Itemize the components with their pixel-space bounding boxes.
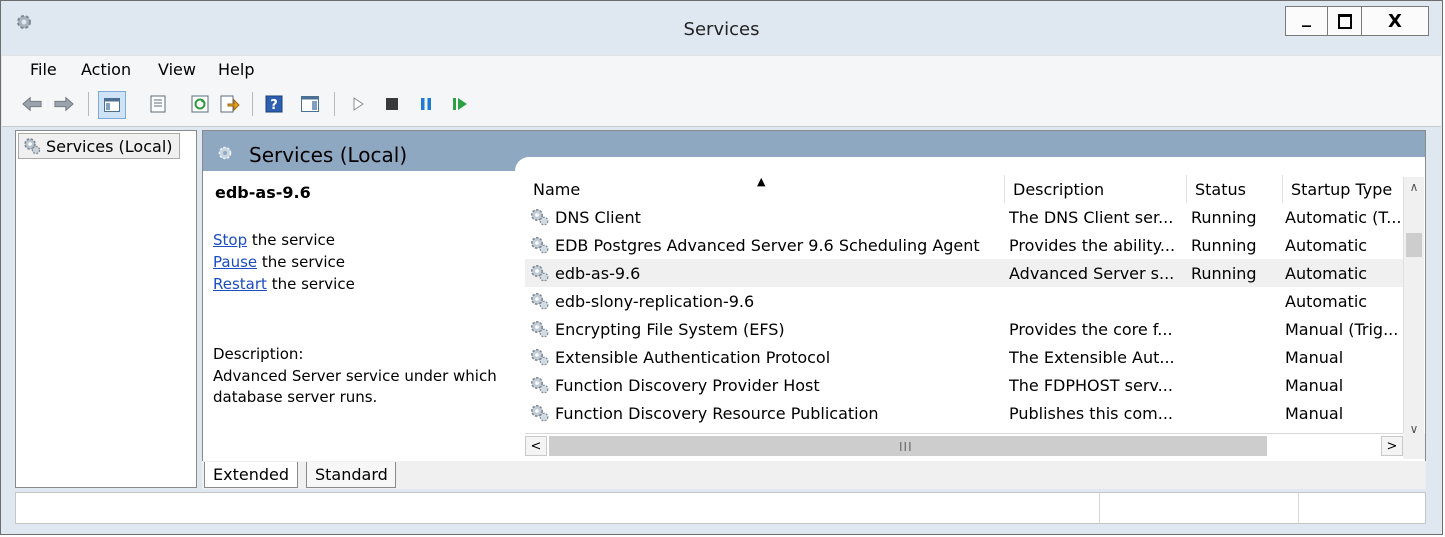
menu-action[interactable]: Action: [81, 60, 131, 79]
pane-title-text: Services (Local): [249, 143, 408, 167]
minimize-button[interactable]: _: [1285, 6, 1327, 36]
status-bar: [15, 492, 1426, 524]
menu-file[interactable]: File: [30, 60, 57, 79]
sort-ascending-icon: ▲: [757, 175, 766, 188]
gear-icon: [529, 319, 551, 339]
tab-extended[interactable]: Extended: [204, 462, 298, 488]
start-service-icon[interactable]: [348, 94, 368, 114]
gear-icon: [529, 263, 551, 283]
toolbar-separator: [88, 92, 89, 116]
selected-service-name: edb-as-9.6: [215, 183, 311, 202]
scroll-grip: III: [899, 440, 913, 454]
table-row[interactable]: EDB Postgres Advanced Server 9.6 Schedul…: [525, 231, 1403, 259]
gear-icon: [529, 207, 551, 227]
tree-item-label: Services (Local): [46, 136, 173, 156]
extended-view-panel: edb-as-9.6 Stop the service Pause the se…: [203, 171, 521, 431]
pane-header: Services (Local): [203, 131, 1425, 171]
gear-icon: [529, 291, 551, 311]
gear-icon: [529, 235, 551, 255]
window-title: Services: [683, 19, 760, 40]
title-bar[interactable]: Services _ X: [1, 1, 1442, 43]
gear-icon: [529, 375, 551, 395]
horizontal-scrollbar[interactable]: < III >: [525, 433, 1425, 460]
toolbar: ?: [2, 84, 1441, 127]
vertical-scroll-thumb[interactable]: [1406, 233, 1422, 257]
back-arrow-icon[interactable]: [22, 94, 42, 114]
scrollbar-corner: [1403, 433, 1425, 459]
restart-service-link[interactable]: Restart: [213, 275, 267, 293]
scroll-left-icon[interactable]: <: [525, 436, 547, 456]
show-action-pane-icon[interactable]: [300, 94, 320, 114]
refresh-icon[interactable]: [190, 94, 210, 114]
scroll-up-icon[interactable]: ∧: [1404, 177, 1424, 197]
description-label: Description:: [213, 345, 304, 363]
gear-icon: [529, 403, 551, 423]
properties-icon[interactable]: [148, 94, 168, 114]
export-list-icon[interactable]: [220, 94, 240, 114]
services-window: Services _ X File Action View Help ? Ser…: [0, 0, 1443, 535]
stop-service-icon[interactable]: [382, 94, 402, 114]
maximize-icon: [1337, 13, 1352, 29]
menu-bar: File Action View Help: [2, 55, 1441, 84]
close-icon: X: [1388, 10, 1402, 32]
pause-service-icon[interactable]: [416, 94, 436, 114]
header-decoration: [515, 157, 1425, 171]
column-header-startup-type[interactable]: Startup Type: [1283, 175, 1403, 203]
pause-service-link[interactable]: Pause: [213, 253, 257, 271]
svg-text:?: ?: [270, 98, 278, 113]
status-bar-divider: [1298, 493, 1299, 523]
pause-action: Pause the service: [213, 253, 346, 271]
status-bar-divider: [1099, 493, 1100, 523]
pane-title: Services (Local): [217, 143, 407, 167]
tab-standard[interactable]: Standard: [306, 462, 396, 488]
table-row[interactable]: edb-slony-replication-9.6 Automatic: [525, 287, 1403, 315]
services-list: Name ▲ Description Status Startup Type D…: [525, 171, 1425, 463]
scroll-right-icon[interactable]: >: [1381, 436, 1403, 456]
vertical-scrollbar[interactable]: ∧ ∨: [1403, 177, 1424, 439]
restart-action: Restart the service: [213, 275, 355, 293]
table-row[interactable]: Function Discovery Resource Publication …: [525, 399, 1403, 427]
details-pane: Services (Local) edb-as-9.6 Stop the ser…: [202, 130, 1426, 488]
resume-service-icon[interactable]: [450, 94, 470, 114]
toolbar-separator: [334, 92, 335, 116]
stop-service-link[interactable]: Stop: [213, 231, 247, 249]
table-row[interactable]: DNS Client The DNS Client ser... Running…: [525, 203, 1403, 231]
table-row-selected[interactable]: edb-as-9.6 Advanced Server s... Running …: [525, 259, 1403, 287]
table-row[interactable]: Function Discovery Provider Host The FDP…: [525, 371, 1403, 399]
help-icon[interactable]: ?: [264, 94, 284, 114]
description-text: Advanced Server service under which data…: [213, 367, 497, 406]
view-tabs: Extended Standard: [202, 461, 1426, 489]
maximize-button[interactable]: [1327, 6, 1361, 36]
minimize-icon: _: [1302, 6, 1311, 28]
toolbar-separator: [252, 92, 253, 116]
console-tree: Services (Local): [15, 130, 197, 488]
gear-icon: [218, 146, 232, 160]
forward-arrow-icon[interactable]: [54, 94, 74, 114]
close-button[interactable]: X: [1361, 6, 1429, 36]
gear-icon: [24, 138, 41, 155]
stop-action: Stop the service: [213, 231, 335, 249]
column-header-name[interactable]: Name ▲: [525, 175, 1005, 203]
table-row[interactable]: Extensible Authentication Protocol The E…: [525, 343, 1403, 371]
column-header-status[interactable]: Status: [1187, 175, 1283, 203]
column-header-description[interactable]: Description: [1005, 175, 1187, 203]
menu-view[interactable]: View: [158, 60, 196, 79]
menu-help[interactable]: Help: [218, 60, 254, 79]
table-row[interactable]: Encrypting File System (EFS) Provides th…: [525, 315, 1403, 343]
tree-item-services-local[interactable]: Services (Local): [18, 133, 180, 159]
show-hide-console-tree-icon[interactable]: [98, 91, 126, 119]
gear-icon: [529, 347, 551, 367]
